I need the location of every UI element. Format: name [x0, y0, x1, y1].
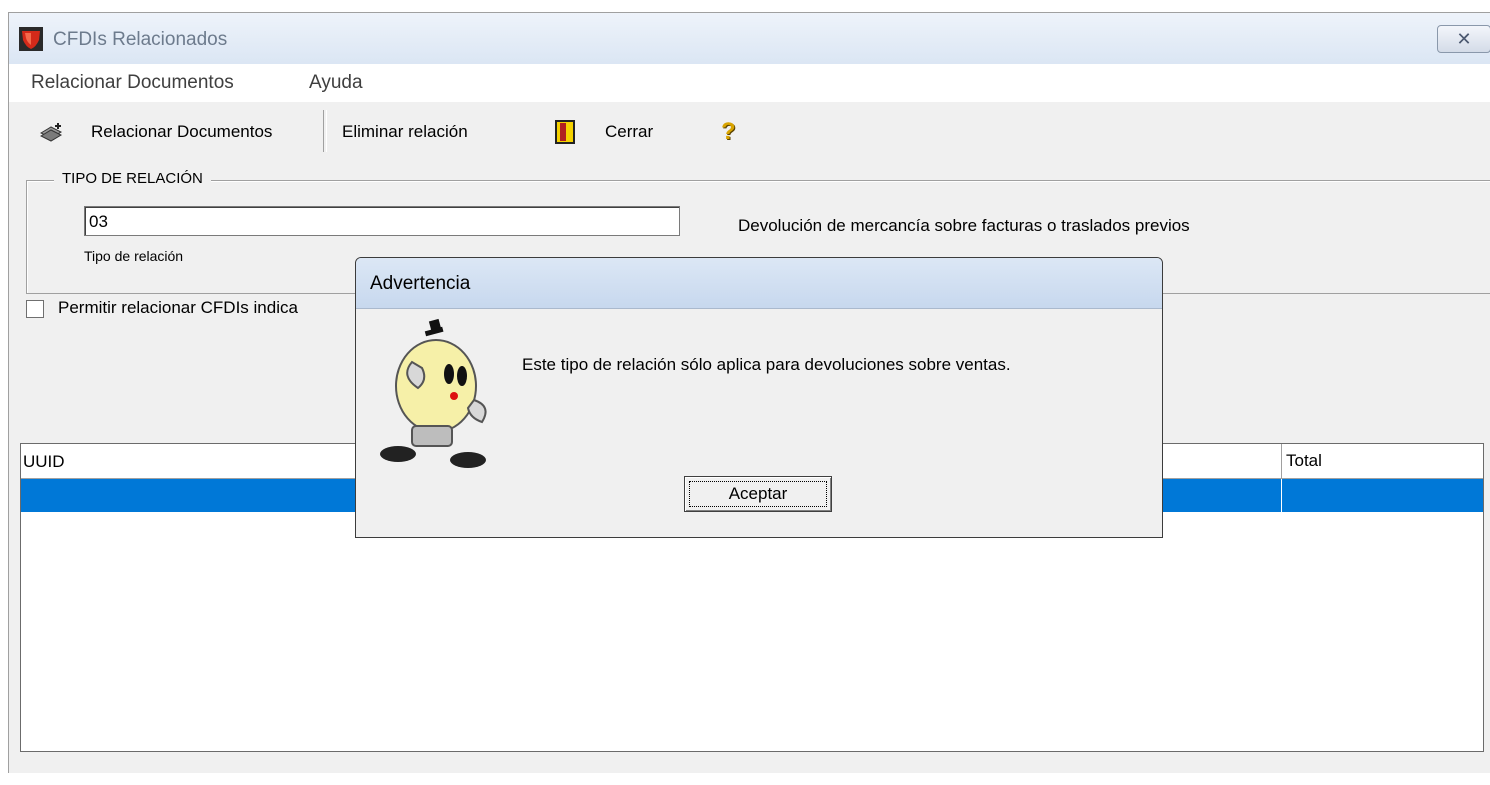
lightbulb-mascot-icon	[380, 318, 487, 468]
dialog-title-bar: Advertencia	[356, 258, 1162, 309]
row-column-divider	[1281, 479, 1282, 512]
help-icon: ?	[721, 118, 736, 145]
relation-type-group-title: TIPO DE RELACIÓN	[54, 170, 211, 187]
exit-door-icon	[555, 120, 575, 144]
relation-type-label: Tipo de relación	[84, 248, 184, 264]
column-uuid[interactable]: UUID	[21, 452, 65, 472]
relation-type-field[interactable]: 03	[84, 206, 680, 236]
books-icon	[39, 123, 63, 142]
close-window-button[interactable]: ✕	[1437, 25, 1490, 53]
allow-relate-label[interactable]: Permitir relacionar CFDIs indica	[58, 298, 298, 318]
menu-ayuda[interactable]: Ayuda	[309, 72, 363, 94]
accept-button-label: Aceptar	[689, 481, 827, 507]
dialog-title: Advertencia	[370, 273, 471, 294]
help-button[interactable]: ?	[721, 114, 736, 150]
window-title: CFDIs Relacionados	[53, 29, 228, 50]
allow-relate-checkbox[interactable]	[26, 300, 44, 318]
menu-bar: Relacionar Documentos Ayuda	[9, 64, 1490, 102]
close-icon: ✕	[1456, 29, 1472, 49]
delete-relation-label: Eliminar relación	[342, 122, 468, 141]
menu-relacionar-documentos[interactable]: Relacionar Documentos	[31, 72, 234, 94]
column-total[interactable]: Total	[1281, 444, 1322, 478]
dialog-message: Este tipo de relación sólo aplica para d…	[522, 355, 1011, 374]
relation-description: Devolución de mercancía sobre facturas o…	[738, 216, 1190, 235]
delete-relation-button[interactable]: Eliminar relación	[342, 114, 468, 150]
app-shield-icon	[19, 27, 43, 51]
warning-dialog: Advertencia Este tipo de relación sólo a…	[355, 257, 1163, 538]
title-bar: CFDIs Relacionados ✕	[9, 13, 1490, 64]
close-label: Cerrar	[605, 122, 654, 141]
toolbar-separator	[323, 110, 327, 152]
toolbar: Relacionar Documentos Eliminar relación …	[9, 104, 1490, 160]
accept-button[interactable]: Aceptar	[684, 476, 832, 512]
relate-documents-label: Relacionar Documentos	[91, 122, 273, 141]
